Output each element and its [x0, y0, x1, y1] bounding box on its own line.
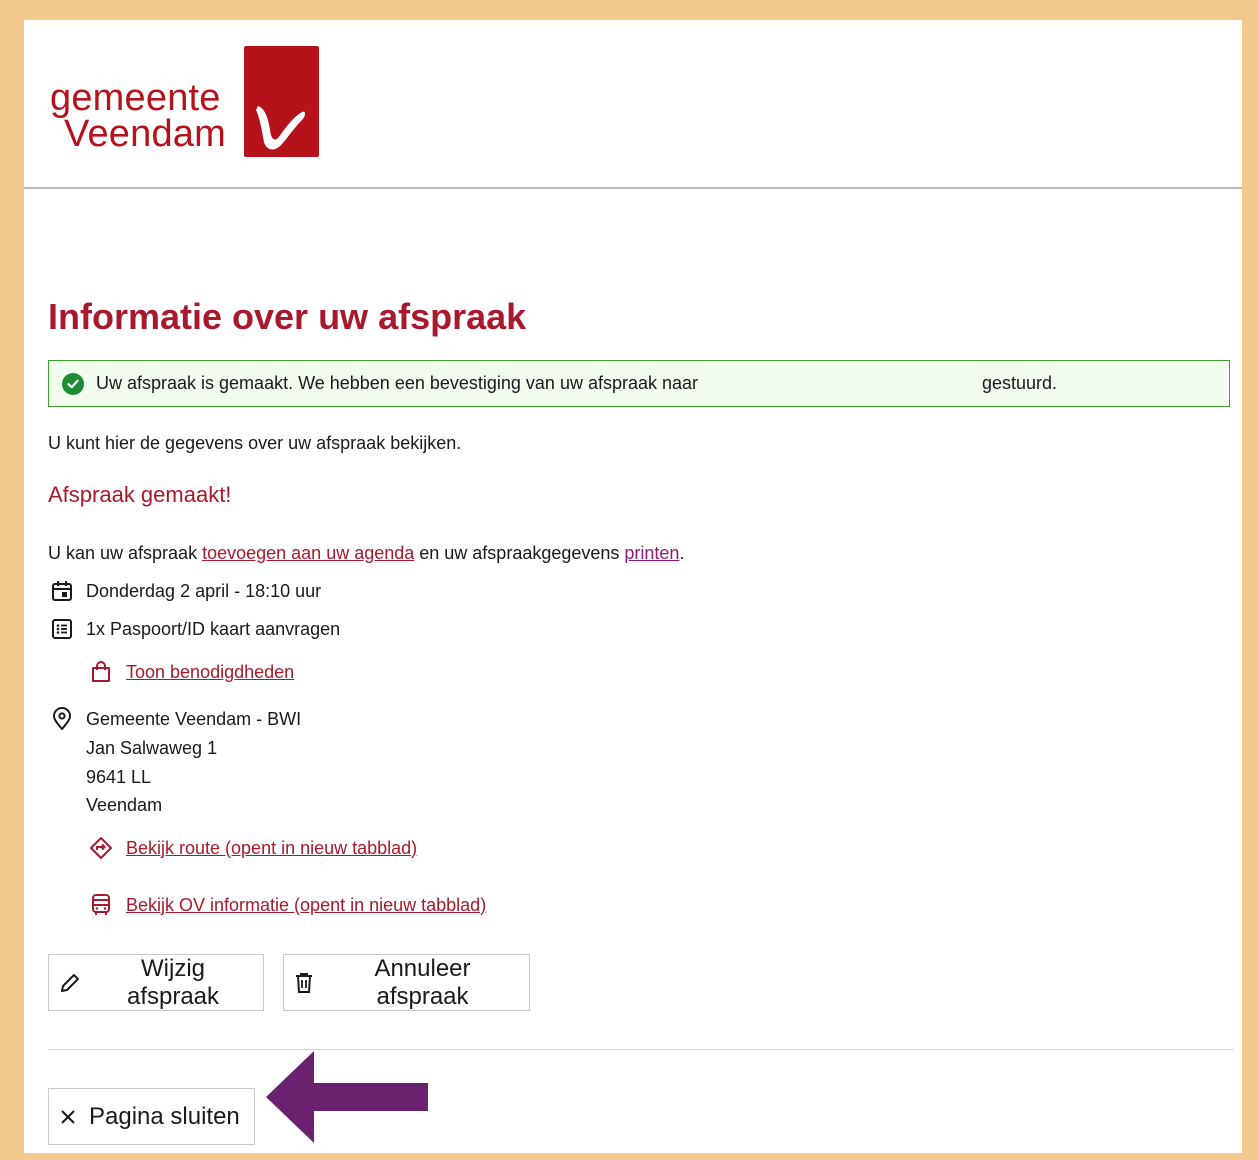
logo-line-1: gemeente [50, 77, 221, 119]
show-requirements-link[interactable]: Toon benodigdheden [126, 662, 294, 683]
logo-line-2: Veendam [64, 113, 226, 155]
cancel-appointment-label: Annuleer afspraak [374, 954, 471, 1010]
section-title: Afspraak gemaakt! [48, 482, 232, 507]
page-title: Informatie over uw afspraak [48, 296, 527, 337]
gemeente-veendam-logo[interactable]: gemeente Veendam [50, 46, 319, 157]
calendar-icon [48, 579, 76, 603]
page-frame: gemeente Veendam Informatie over uw afsp… [24, 20, 1242, 1153]
location-row: Gemeente Veendam - BWI [48, 707, 301, 731]
alert-message-end: gestuurd. [982, 373, 1058, 393]
site-header: gemeente Veendam [24, 20, 1242, 189]
check-circle-icon [62, 372, 84, 395]
location-address: Jan Salwaweg 1 9641 LL Veendam [86, 734, 217, 820]
pencil-icon [59, 972, 81, 994]
shopping-bag-icon [88, 659, 114, 685]
route-icon [88, 835, 114, 861]
add-to-agenda-link[interactable]: toevoegen aan uw agenda [202, 543, 414, 563]
logo-mark-icon [243, 46, 319, 157]
agenda-line-suffix: . [679, 543, 685, 563]
trash-icon [294, 972, 314, 994]
alert-message: Uw afspraak is gemaakt. We hebben een be… [96, 373, 699, 393]
intro-text: U kunt hier de gegevens over uw afspraak… [48, 433, 462, 453]
appointment-product-row: 1x Paspoort/ID kaart aanvragen [48, 617, 340, 641]
ov-row: Bekijk OV informatie (opent in nieuw tab… [88, 892, 486, 918]
requirements-row: Toon benodigdheden [88, 659, 294, 685]
location-pin-icon [48, 707, 76, 731]
success-alert: Uw afspraak is gemaakt. We hebben een be… [48, 360, 1230, 407]
change-appointment-button[interactable]: Wijzig afspraak [48, 954, 264, 1011]
view-ov-info-link[interactable]: Bekijk OV informatie (opent in nieuw tab… [126, 895, 486, 916]
location-name: Gemeente Veendam - BWI [86, 708, 302, 729]
appointment-product: 1x Paspoort/ID kaart aanvragen [86, 618, 341, 639]
location-city: Veendam [86, 795, 163, 815]
agenda-line-middle: en uw afspraakgegevens [414, 543, 625, 563]
print-link[interactable]: printen [624, 543, 679, 563]
route-row: Bekijk route (opent in nieuw tabblad) [88, 835, 417, 861]
view-route-link[interactable]: Bekijk route (opent in nieuw tabblad) [126, 838, 417, 859]
agenda-line: U kan uw afspraak toevoegen aan uw agend… [48, 543, 684, 564]
cancel-appointment-button[interactable]: Annuleer afspraak [283, 954, 530, 1011]
location-street: Jan Salwaweg 1 [86, 738, 218, 758]
logo-text: gemeente Veendam [50, 77, 226, 155]
annotation-arrow-icon [266, 1051, 428, 1148]
divider [48, 1049, 1233, 1050]
location-postcode: 9641 LL [86, 766, 152, 787]
bus-icon [88, 892, 114, 918]
list-icon [48, 617, 76, 641]
close-page-button[interactable]: Pagina sluiten [48, 1088, 255, 1145]
change-appointment-label: Wijzig afspraak [126, 954, 220, 1010]
agenda-line-prefix: U kan uw afspraak [48, 543, 203, 563]
close-page-label: Pagina sluiten [89, 1102, 240, 1130]
appointment-date-time: Donderdag 2 april - 18:10 uur [86, 580, 322, 601]
appointment-date-row: Donderdag 2 april - 18:10 uur [48, 579, 321, 603]
close-icon [59, 1108, 77, 1126]
